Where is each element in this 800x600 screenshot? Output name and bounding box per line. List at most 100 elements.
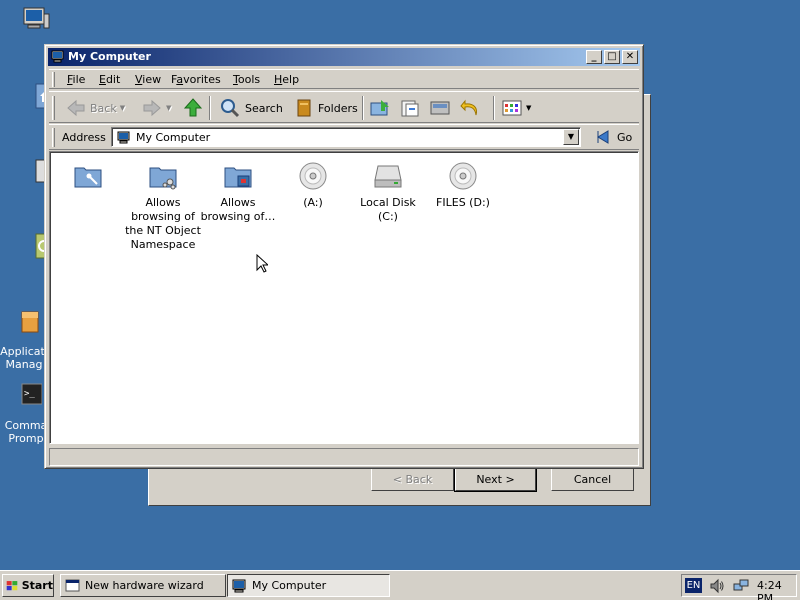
desktop-icon-my-computer[interactable] [6,4,66,41]
control-panel-folder-icon [74,167,102,188]
computer-icon [51,50,64,63]
wizard-next-button[interactable]: Next > [454,467,537,492]
floppy-drive-icon [299,162,327,190]
item-label: Allows browsing of the NT Object Namespa… [125,196,201,251]
status-bar [49,448,639,466]
start-button[interactable]: Start [2,574,54,597]
command-prompt-icon: >_ [21,383,43,405]
go-label: Go [617,130,633,144]
task-my-computer[interactable]: My Computer [227,574,390,597]
task-label: New hardware wizard [85,579,204,592]
chevron-down-icon[interactable]: ▼ [120,104,125,112]
window-title: My Computer [68,50,151,63]
forward-arrow-icon [143,99,161,117]
start-label: Start [21,579,53,592]
menu-bar: File Edit View Favorites Tools Help [49,69,639,89]
registry-folder-icon [224,167,252,188]
address-grip[interactable] [52,128,55,147]
network-icon[interactable] [733,578,749,594]
forward-button[interactable]: ▼ [141,96,171,120]
back-arrow-icon [67,99,85,117]
chevron-down-icon: ▼ [567,132,575,141]
menu-tools[interactable]: Tools [233,73,260,86]
address-dropdown-button[interactable]: ▼ [563,129,579,145]
maximize-button[interactable]: □ [604,50,620,64]
back-button[interactable]: Back ▼ [65,96,125,120]
folders-button[interactable]: Folders [293,96,358,120]
wizard-cancel-button[interactable]: Cancel [551,468,634,491]
chevron-down-icon[interactable]: ▼ [166,104,171,112]
undo-icon [460,99,477,116]
folders-icon [297,99,311,117]
toolbar-grip[interactable] [52,96,55,120]
mouse-cursor-icon [256,254,268,273]
my-computer-window: My Computer _ □ ✕ File Edit View Favorit… [44,44,644,469]
hard-disk-icon [374,165,402,188]
search-button[interactable]: Search [219,96,283,120]
windows-logo-icon [6,580,18,590]
go-arrow-icon [597,130,609,144]
search-icon [221,99,240,118]
close-button[interactable]: ✕ [622,50,638,64]
list-item-local-disk-c[interactable]: Local Disk (C:) [350,160,426,224]
taskbar: Start New hardware wizard My Computer EN… [0,570,800,600]
item-label: FILES (D:) [436,196,490,209]
delete-button[interactable] [429,96,451,120]
move-to-button[interactable] [369,96,391,120]
list-item-floppy-a[interactable]: (A:) [275,160,351,210]
toolbar-separator [362,96,364,120]
list-item-registry[interactable]: Allows browsing of… [200,160,276,224]
chevron-down-icon[interactable]: ▼ [526,104,531,112]
item-label: Local Disk (C:) [360,196,416,223]
list-item-files-d[interactable]: FILES (D:) [425,160,501,210]
up-button[interactable] [182,96,204,120]
copy-to-icon [401,100,419,117]
back-label: Back [90,101,117,115]
folders-label: Folders [318,101,358,115]
menu-edit[interactable]: Edit [99,73,120,86]
move-to-icon [370,100,389,116]
wizard-back-button: < Back [371,468,454,491]
item-label: (A:) [303,196,323,209]
address-label: Address [62,131,106,144]
window-icon [65,579,80,591]
menu-file[interactable]: File [67,73,85,86]
delete-icon [430,101,450,115]
task-label: My Computer [252,579,327,592]
system-tray: EN 4:24 PM [681,574,797,600]
menu-grip[interactable] [52,72,55,87]
svg-text:>_: >_ [24,389,35,399]
address-bar: Address My Computer ▼ Go [49,124,639,150]
file-list-pane[interactable]: Allows browsing of the NT Object Namespa… [49,151,639,444]
search-label: Search [245,101,283,115]
undo-button[interactable] [459,96,481,120]
clock[interactable]: 4:24 PM [757,579,796,600]
list-item-nt-object-namespace[interactable]: Allows browsing of the NT Object Namespa… [125,160,201,252]
close-icon: ✕ [625,51,635,62]
maximize-icon: □ [607,51,617,62]
computer-icon [117,131,130,144]
address-input[interactable]: My Computer ▼ [111,127,581,147]
computer-icon [23,7,50,29]
title-bar[interactable]: My Computer _ □ ✕ [48,48,640,66]
minimize-button[interactable]: _ [586,50,602,64]
menu-help[interactable]: Help [274,73,299,86]
minimize-icon: _ [591,51,597,62]
toolbar-separator [209,96,211,120]
copy-to-button[interactable] [399,96,421,120]
up-arrow-icon [183,98,203,117]
list-item-control-panel[interactable] [50,160,126,196]
menu-view[interactable]: View [135,73,161,86]
item-label: Allows browsing of… [200,196,276,223]
language-indicator[interactable]: EN [685,578,702,593]
toolbar-separator [493,96,495,120]
computer-icon [232,579,246,592]
volume-icon[interactable] [709,578,725,594]
views-button[interactable]: ▼ [501,96,531,120]
go-button[interactable]: Go [594,127,632,147]
standard-toolbar: Back ▼ ▼ Search Folders ▼ [49,91,639,123]
menu-favorites[interactable]: Favorites [171,73,221,86]
address-value: My Computer [136,131,211,144]
cd-drive-icon [449,162,477,190]
task-new-hardware-wizard[interactable]: New hardware wizard [60,574,226,597]
